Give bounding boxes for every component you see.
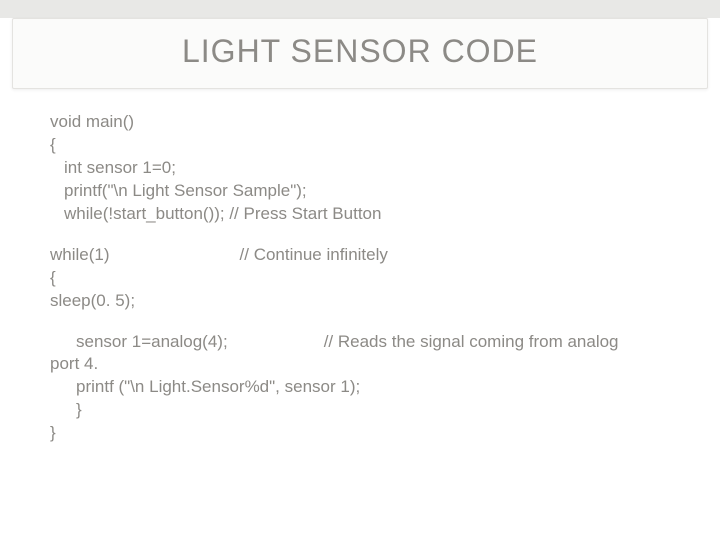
code-line: printf("\n Light Sensor Sample");: [50, 180, 680, 203]
code-line: }: [50, 399, 680, 422]
code-line: {: [50, 267, 680, 290]
code-block-2: while(1) // Continue infinitely { sleep(0…: [50, 244, 680, 313]
title-container: LIGHT SENSOR CODE: [12, 18, 708, 89]
code-text: sensor 1=analog(4);: [50, 332, 228, 351]
code-line: sleep(0. 5);: [50, 290, 680, 313]
code-comment: // Reads the signal coming from analog: [324, 332, 619, 351]
code-comment: // Continue infinitely: [240, 245, 388, 264]
code-text: while(1): [50, 245, 110, 264]
code-line: while(1) // Continue infinitely: [50, 244, 680, 267]
code-line: {: [50, 134, 680, 157]
slide: LIGHT SENSOR CODE void main() { int sens…: [0, 18, 720, 540]
code-block-3: sensor 1=analog(4); // Reads the signal c…: [50, 331, 680, 446]
code-line: int sensor 1=0;: [50, 157, 680, 180]
code-line: while(!start_button()); // Press Start B…: [50, 203, 680, 226]
code-line: void main(): [50, 111, 680, 134]
code-block-1: void main() { int sensor 1=0; printf("\n…: [50, 111, 680, 226]
code-line: port 4.: [50, 353, 680, 376]
code-body: void main() { int sensor 1=0; printf("\n…: [0, 89, 720, 445]
code-line: sensor 1=analog(4); // Reads the signal c…: [50, 331, 680, 354]
code-line: }: [50, 422, 680, 445]
slide-title: LIGHT SENSOR CODE: [23, 33, 697, 70]
code-line: printf ("\n Light.Sensor%d", sensor 1);: [50, 376, 680, 399]
